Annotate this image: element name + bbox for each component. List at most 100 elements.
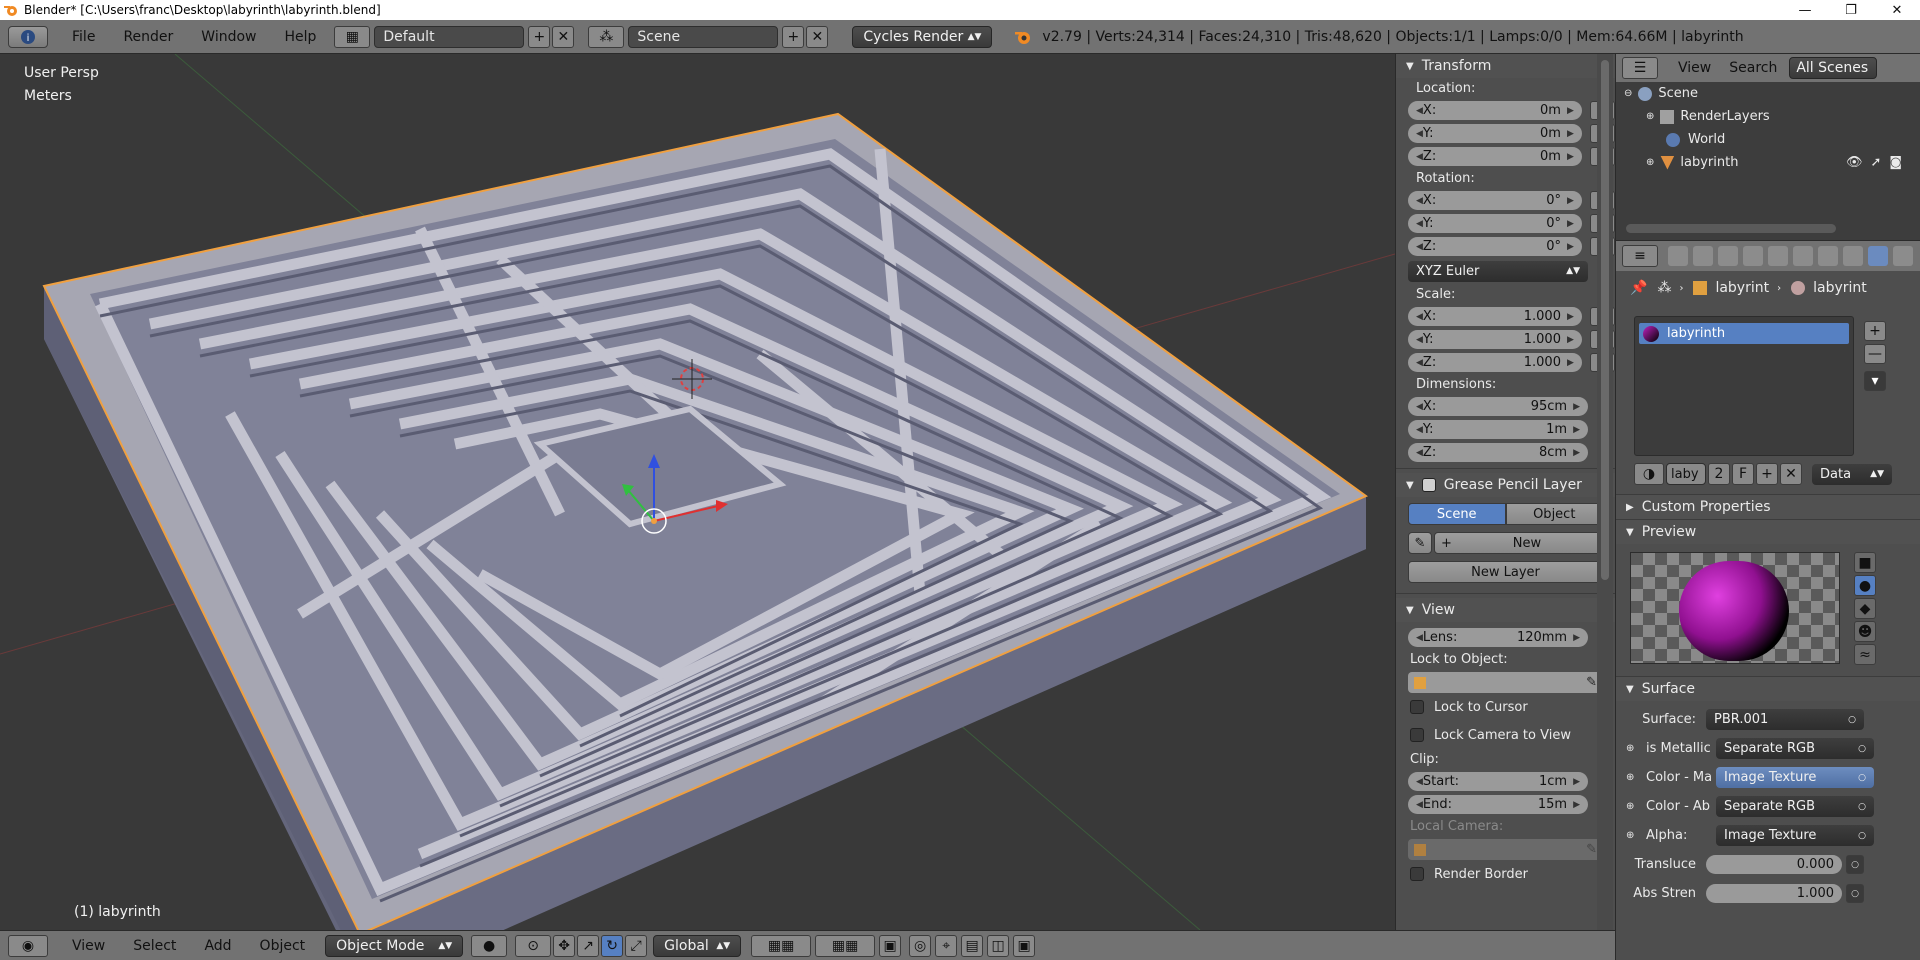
add-scene-icon[interactable]: + bbox=[782, 25, 805, 48]
custom-properties-header[interactable]: ▶ Custom Properties bbox=[1616, 494, 1920, 519]
outliner-item-labyrinth[interactable]: ⊕ labyrinth 👁➚◙ bbox=[1616, 151, 1920, 174]
render-icon[interactable]: ◫ bbox=[987, 934, 1010, 957]
is-metallic-input[interactable]: Separate RGB ○ bbox=[1716, 738, 1874, 759]
remove-slot-icon[interactable]: — bbox=[1864, 344, 1886, 364]
scale-z-field[interactable]: ◀ Z: 1.000 ▶ bbox=[1408, 353, 1582, 372]
screen-layout-icon[interactable]: ▦ bbox=[334, 25, 371, 48]
outliner-filter-dropdown[interactable]: All Scenes bbox=[1789, 57, 1878, 79]
layers-grid2-icon[interactable]: ▦▦ bbox=[815, 934, 876, 957]
socket-link-icon[interactable]: ○ bbox=[1846, 884, 1864, 903]
eyedropper-icon[interactable]: ✎ bbox=[1586, 842, 1597, 857]
socket-expand-icon[interactable]: ⊕ bbox=[1626, 801, 1642, 812]
3d-viewport[interactable]: User Persp Meters (1) labyrinth bbox=[0, 54, 1395, 930]
material-tab-icon[interactable] bbox=[1868, 246, 1888, 266]
menu-render[interactable]: Render bbox=[109, 29, 187, 45]
location-y-field[interactable]: ◀ Y: 0m ▶ bbox=[1408, 124, 1582, 143]
menu-select[interactable]: Select bbox=[119, 938, 190, 954]
data-tab-icon[interactable] bbox=[1843, 246, 1863, 266]
render-border-checkbox-row[interactable]: Render Border bbox=[1396, 860, 1615, 888]
outliner-editor-icon[interactable]: ☰ bbox=[1622, 57, 1658, 79]
location-x-field[interactable]: ◀ X: 0m ▶ bbox=[1408, 101, 1582, 120]
preview-cube-icon[interactable]: ◆ bbox=[1854, 598, 1876, 619]
fake-user-toggle[interactable]: F bbox=[1732, 463, 1754, 485]
modifiers-tab-icon[interactable] bbox=[1818, 246, 1838, 266]
pin-icon[interactable]: 📌 bbox=[1630, 280, 1647, 296]
new-layer-button[interactable]: New Layer bbox=[1408, 561, 1603, 583]
render-border-checkbox[interactable] bbox=[1410, 867, 1424, 881]
object-tab-icon[interactable] bbox=[1768, 246, 1788, 266]
panel-scrollbar[interactable] bbox=[1597, 54, 1613, 930]
rotation-z-field[interactable]: ◀ Z: 0° ▶ bbox=[1408, 237, 1582, 256]
render-engine-dropdown[interactable]: Cycles Render ▲▼ bbox=[852, 25, 993, 48]
menu-file[interactable]: File bbox=[58, 29, 109, 45]
world-tab-icon[interactable] bbox=[1743, 246, 1763, 266]
snap-icon[interactable]: ⌖ bbox=[935, 934, 958, 957]
maximize-button[interactable]: ❐ bbox=[1828, 3, 1874, 18]
viewport-shading-icon[interactable]: ● bbox=[471, 934, 508, 957]
lock-object-field[interactable]: ✎ bbox=[1408, 672, 1603, 693]
socket-expand-icon[interactable]: ⊕ bbox=[1626, 772, 1642, 783]
socket-link-icon[interactable]: ○ bbox=[1846, 855, 1864, 874]
scale-y-field[interactable]: ◀ Y: 1.000 ▶ bbox=[1408, 330, 1582, 349]
color-ab-input[interactable]: Separate RGB ○ bbox=[1716, 796, 1874, 817]
expand-icon[interactable]: ⊕ bbox=[1646, 157, 1654, 168]
unlink-material-icon[interactable]: ✕ bbox=[1780, 463, 1802, 485]
pivot-point-icon[interactable]: ⊙ bbox=[515, 934, 552, 957]
snap-element-icon[interactable]: ▤ bbox=[961, 934, 984, 957]
preview-hair-icon[interactable]: ≈ bbox=[1854, 644, 1876, 665]
menu-add[interactable]: Add bbox=[190, 938, 245, 954]
proportional-edit-icon[interactable]: ◎ bbox=[909, 934, 932, 957]
expand-icon[interactable]: ⊕ bbox=[1646, 111, 1654, 122]
surface-shader-dropdown[interactable]: PBR.001 ○ bbox=[1706, 709, 1864, 730]
visibility-icons[interactable]: 👁➚◙ bbox=[1846, 155, 1910, 170]
outliner-menu-search[interactable]: Search bbox=[1725, 60, 1781, 76]
mode-dropdown[interactable]: Object Mode ▲▼ bbox=[325, 934, 464, 957]
new-material-icon[interactable]: + bbox=[1756, 463, 1778, 485]
scene-icon[interactable]: ⁂ bbox=[588, 25, 625, 48]
socket-expand-icon[interactable]: ⊕ bbox=[1626, 830, 1642, 841]
scene-field[interactable]: Scene bbox=[628, 25, 779, 48]
grease-pencil-checkbox[interactable] bbox=[1421, 478, 1436, 492]
outliner-item-world[interactable]: World bbox=[1616, 128, 1920, 151]
properties-editor-icon[interactable]: ≡ bbox=[1622, 245, 1658, 267]
labyrinth-model[interactable] bbox=[0, 54, 1395, 930]
clip-start-field[interactable]: ◀ Start: 1cm ▶ bbox=[1408, 772, 1588, 791]
surface-header[interactable]: ▼ Surface bbox=[1616, 676, 1920, 701]
lock-layers-icon[interactable]: ▣ bbox=[879, 934, 902, 957]
translucency-field[interactable]: 0.000 bbox=[1706, 855, 1842, 874]
close-button[interactable]: ✕ bbox=[1874, 3, 1920, 18]
material-name-field[interactable]: laby bbox=[1666, 463, 1706, 485]
local-camera-field[interactable]: ✎ bbox=[1408, 839, 1603, 860]
grease-object-button[interactable]: Object bbox=[1505, 503, 1603, 525]
scene-tab-icon[interactable] bbox=[1718, 246, 1738, 266]
lock-cursor-checkbox-row[interactable]: Lock to Cursor bbox=[1396, 693, 1615, 721]
grease-scene-button[interactable]: Scene bbox=[1408, 503, 1506, 525]
browse-material-icon[interactable]: ◑ bbox=[1634, 463, 1664, 485]
preview-sphere-icon[interactable]: ● bbox=[1854, 575, 1876, 596]
grease-pencil-header[interactable]: ▼ Grease Pencil Layer bbox=[1396, 473, 1615, 497]
lock-camera-checkbox-row[interactable]: Lock Camera to View bbox=[1396, 721, 1615, 749]
rotation-x-field[interactable]: ◀ X: 0° ▶ bbox=[1408, 191, 1582, 210]
outliner-menu-view[interactable]: View bbox=[1664, 60, 1725, 76]
menu-object[interactable]: Object bbox=[246, 938, 320, 954]
add-layout-icon[interactable]: + bbox=[528, 25, 551, 48]
lock-cursor-checkbox[interactable] bbox=[1410, 700, 1424, 714]
rotation-y-field[interactable]: ◀ Y: 0° ▶ bbox=[1408, 214, 1582, 233]
menu-help[interactable]: Help bbox=[270, 29, 330, 45]
collapse-icon[interactable]: ⊖ bbox=[1624, 88, 1632, 99]
link-dropdown[interactable]: Data ▲▼ bbox=[1812, 463, 1892, 485]
view-panel-header[interactable]: ▼ View bbox=[1396, 598, 1615, 622]
material-slot-list[interactable]: labyrinth bbox=[1634, 316, 1854, 456]
location-z-field[interactable]: ◀ Z: 0m ▶ bbox=[1408, 147, 1582, 166]
scale-manipulator-icon[interactable]: ⤢ bbox=[625, 934, 648, 957]
pencil-icon[interactable]: ✎ bbox=[1408, 532, 1432, 554]
lens-field[interactable]: ◀ Lens: 120mm ▶ bbox=[1408, 628, 1588, 647]
constraints-tab-icon[interactable] bbox=[1793, 246, 1813, 266]
outliner-item-scene[interactable]: ⊖ Scene bbox=[1616, 82, 1920, 105]
material-slot-item[interactable]: labyrinth bbox=[1639, 323, 1849, 344]
renderlayers-tab-icon[interactable] bbox=[1693, 246, 1713, 266]
eyedropper-icon[interactable]: ✎ bbox=[1586, 675, 1597, 690]
clip-end-field[interactable]: ◀ End: 15m ▶ bbox=[1408, 795, 1588, 814]
preview-monkey-icon[interactable]: ☻ bbox=[1854, 621, 1876, 642]
lock-camera-checkbox[interactable] bbox=[1410, 728, 1424, 742]
